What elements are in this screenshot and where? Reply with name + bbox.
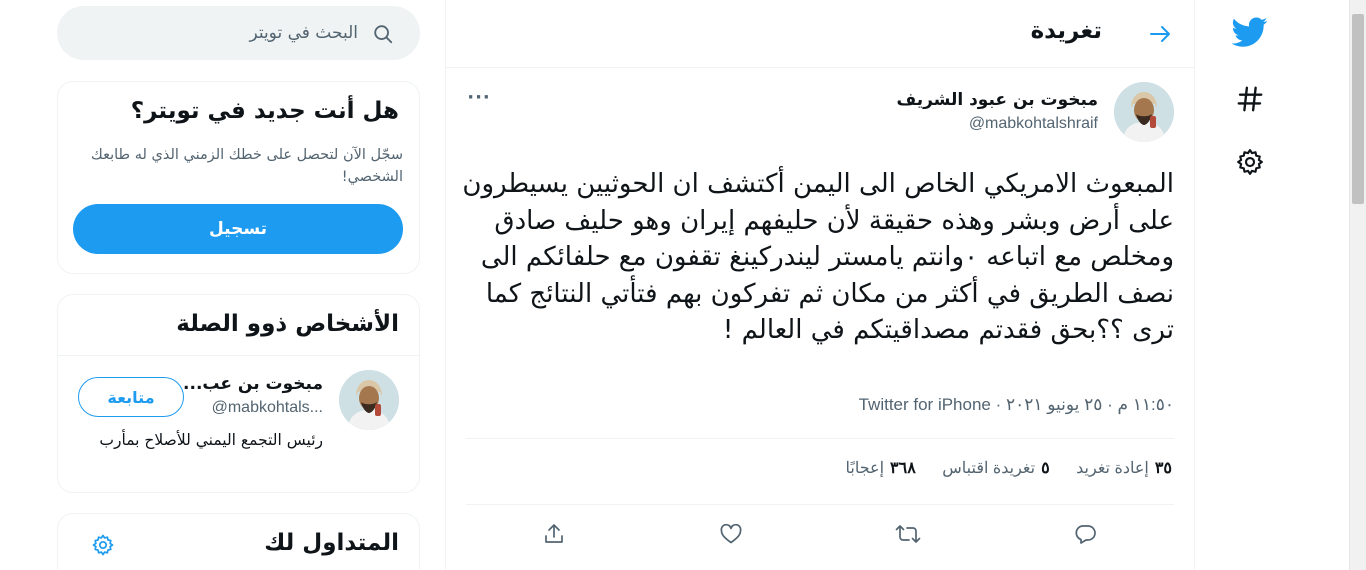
tweet-stats: ٣٥ إعادة تغريد ٥ تغريدة اقتباس ٣٦٨ إعجابًا — [823, 458, 1172, 478]
relevant-people-heading: الأشخاص ذوو الصلة — [176, 311, 399, 337]
search-input[interactable] — [77, 20, 358, 46]
divider — [58, 355, 419, 356]
person-name[interactable]: مبخوت بن عب... — [183, 374, 323, 394]
hashtag-icon[interactable] — [1228, 77, 1272, 121]
tweet-timestamp[interactable]: ١١:٥٠ م · ٢٥ يونيو ٢٠٢١ · Twitter for iP… — [859, 395, 1174, 415]
trends-card: المتداول لك — [57, 513, 420, 570]
author-avatar[interactable] — [1114, 82, 1174, 142]
more-options-icon[interactable]: ··· — [464, 82, 494, 112]
gear-icon[interactable] — [88, 530, 118, 560]
nav-rail — [1206, 0, 1294, 570]
twitter-bird-icon[interactable] — [1228, 10, 1272, 54]
like-icon[interactable] — [711, 514, 751, 554]
share-icon[interactable] — [534, 514, 574, 554]
relevant-people-card: الأشخاص ذوو الصلة مبخوت بن عب... @mabkoh… — [57, 294, 420, 493]
person-avatar[interactable] — [339, 370, 399, 430]
tweet-text: المبعوث الامريكي الخاص الى اليمن أكتشف ا… — [462, 169, 1174, 346]
trends-heading: المتداول لك — [264, 530, 399, 556]
follow-button[interactable]: متابعة — [78, 377, 184, 417]
signup-button[interactable]: تسجيل — [73, 204, 403, 254]
quotes-stat[interactable]: ٥ تغريدة اقتباس — [942, 458, 1049, 478]
page-title: تغريدة — [1030, 18, 1102, 44]
retweets-count: ٣٥ — [1154, 460, 1172, 477]
page-header: تغريدة — [446, 0, 1194, 68]
retweets-stat[interactable]: ٣٥ إعادة تغريد — [1076, 458, 1172, 478]
author-name[interactable]: مبخوت بن عبود الشريف — [896, 90, 1098, 110]
divider — [466, 504, 1174, 505]
reply-icon[interactable] — [1065, 514, 1105, 554]
person-handle[interactable]: @mabkohtals... — [212, 399, 323, 417]
back-arrow-icon[interactable] — [1140, 14, 1180, 54]
author-handle[interactable]: @mabkohtalshraif — [969, 115, 1098, 133]
quotes-count: ٥ — [1041, 460, 1050, 477]
quotes-label: تغريدة اقتباس — [942, 460, 1036, 477]
gear-icon[interactable] — [1228, 140, 1272, 184]
likes-stat[interactable]: ٣٦٨ إعجابًا — [845, 458, 915, 478]
new-to-twitter-card: هل أنت جديد في تويتر؟ سجّل الآن لتحصل عل… — [57, 81, 420, 274]
scrollbar-thumb[interactable] — [1352, 14, 1364, 204]
divider — [466, 438, 1174, 439]
search-bar — [57, 6, 420, 60]
new-to-twitter-heading: هل أنت جديد في تويتر؟ — [130, 98, 399, 124]
tweet-column: تغريدة مبخوت بن عبود الشريف @mabkohtalsh… — [445, 0, 1195, 570]
retweets-label: إعادة تغريد — [1076, 460, 1149, 477]
likes-label: إعجابًا — [845, 460, 885, 477]
page-scrollbar[interactable] — [1349, 0, 1366, 570]
retweet-icon[interactable] — [888, 514, 928, 554]
search-icon[interactable] — [372, 23, 394, 45]
new-to-twitter-subtitle: سجّل الآن لتحصل على خطك الزمني الذي له ط… — [90, 147, 403, 185]
likes-count: ٣٦٨ — [890, 460, 916, 477]
person-bio: رئيس التجمع اليمني للأصلاح بمأرب — [99, 431, 323, 449]
tweet-actions — [446, 514, 1194, 558]
